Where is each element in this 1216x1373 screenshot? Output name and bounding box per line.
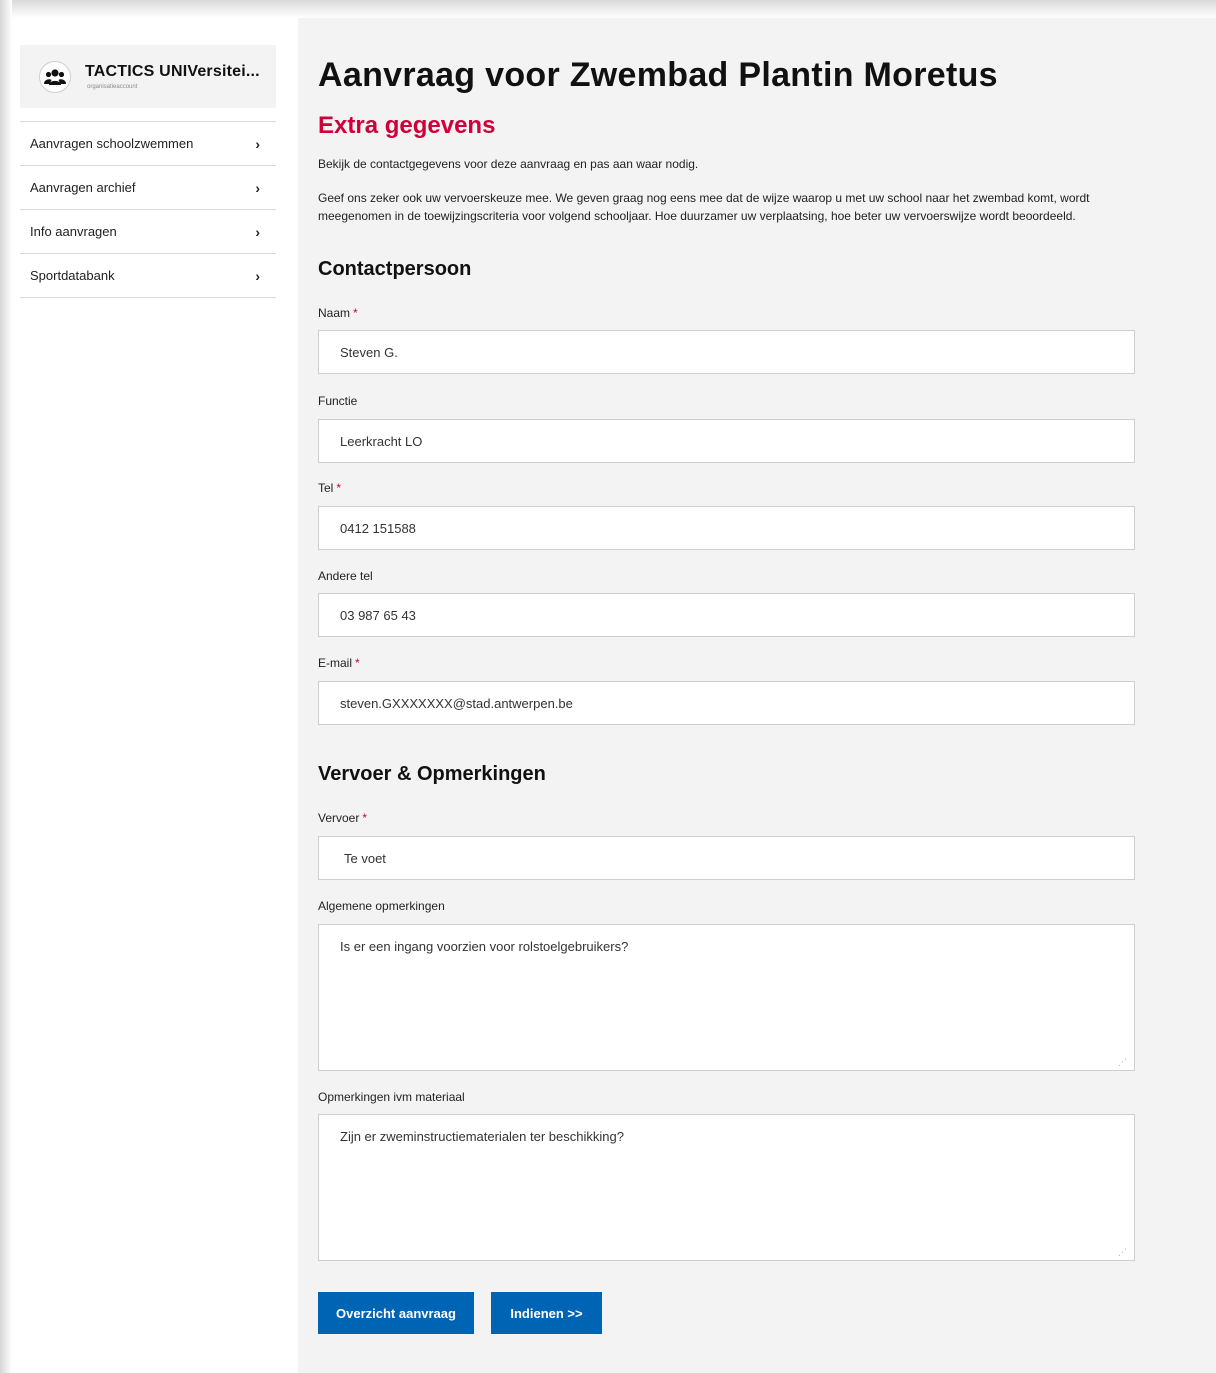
chevron-right-icon: ›: [255, 179, 260, 196]
sidebar-item-info-aanvragen[interactable]: Info aanvragen ›: [20, 210, 276, 254]
sidebar-item-aanvragen-schoolzwemmen[interactable]: Aanvragen schoolzwemmen ›: [20, 122, 276, 166]
vervoer-select[interactable]: Te voet: [318, 836, 1135, 880]
required-marker: *: [336, 481, 342, 495]
window-shadow-left: [0, 0, 12, 1373]
contact-section-heading: Contactpersoon: [318, 258, 472, 280]
transport-notice-text: Geef ons zeker ook uw vervoerskeuze mee.…: [318, 191, 1090, 223]
andere-tel-label: Andere tel: [318, 569, 373, 583]
sidebar: TACTICS UNIVersitei... organisatieaccoun…: [12, 18, 298, 1373]
organisation-name: TACTICS UNIVersitei...: [85, 63, 260, 80]
functie-input[interactable]: [318, 419, 1135, 463]
sidebar-item-label: Info aanvragen: [30, 224, 117, 239]
app-window: TACTICS UNIVersitei... organisatieaccoun…: [0, 0, 1216, 1373]
naam-label: Naam *: [318, 306, 358, 320]
sidebar-item-label: Sportdatabank: [30, 268, 115, 283]
functie-label: Functie: [318, 394, 358, 408]
resize-grip-icon[interactable]: ⋰: [1118, 1057, 1128, 1067]
vervoer-label: Vervoer *: [318, 811, 367, 825]
organisation-type: organisatieaccount: [87, 84, 138, 90]
andere-tel-input[interactable]: [318, 593, 1135, 637]
overview-button[interactable]: Overzicht aanvraag: [318, 1292, 474, 1334]
transport-section-heading: Vervoer & Opmerkingen: [318, 763, 546, 785]
main-content: Aanvraag voor Zwembad Plantin Moretus Ex…: [298, 18, 1216, 1373]
required-marker: *: [355, 656, 360, 670]
sidebar-item-label: Aanvragen archief: [30, 180, 136, 195]
tel-label: Tel *: [318, 481, 341, 495]
page-subtitle: Extra gegevens: [318, 112, 496, 139]
page-title: Aanvraag voor Zwembad Plantin Moretus: [318, 56, 998, 94]
organisation-switcher[interactable]: TACTICS UNIVersitei... organisatieaccoun…: [20, 45, 276, 108]
chevron-right-icon: ›: [255, 223, 260, 240]
naam-input[interactable]: [318, 330, 1135, 374]
vervoer-label-text: Vervoer: [318, 811, 360, 825]
intro-text: Bekijk de contactgegevens voor deze aanv…: [318, 157, 699, 171]
chevron-right-icon: ›: [255, 135, 260, 152]
window-shadow-top: [0, 0, 1216, 18]
algemene-opmerkingen-textarea[interactable]: Is er een ingang voorzien voor rolstoelg…: [318, 924, 1135, 1071]
naam-label-text: Naam: [318, 306, 351, 320]
email-input[interactable]: [318, 681, 1135, 725]
tel-label-text: Tel: [318, 481, 334, 495]
resize-grip-icon[interactable]: ⋰: [1118, 1247, 1128, 1257]
sidebar-item-sportdatabank[interactable]: Sportdatabank ›: [20, 254, 276, 298]
vervoer-selected-value: Te voet: [344, 850, 386, 866]
algemene-opmerkingen-label: Algemene opmerkingen: [318, 899, 445, 913]
submit-button[interactable]: Indienen >>: [491, 1292, 602, 1334]
email-label: E-mail *: [318, 656, 360, 670]
users-icon: [39, 60, 71, 93]
chevron-right-icon: ›: [255, 267, 260, 284]
email-label-text: E-mail: [318, 656, 353, 670]
sidebar-nav: Aanvragen schoolzwemmen › Aanvragen arch…: [20, 121, 276, 298]
tel-input[interactable]: [318, 506, 1135, 550]
sidebar-item-aanvragen-archief[interactable]: Aanvragen archief ›: [20, 166, 276, 210]
required-marker: *: [362, 811, 368, 825]
materiaal-opmerkingen-label: Opmerkingen ivm materiaal: [318, 1090, 465, 1104]
sidebar-item-label: Aanvragen schoolzwemmen: [30, 136, 194, 151]
materiaal-opmerkingen-textarea[interactable]: Zijn er zweminstructiematerialen ter bes…: [318, 1114, 1135, 1261]
required-marker: *: [353, 306, 358, 320]
